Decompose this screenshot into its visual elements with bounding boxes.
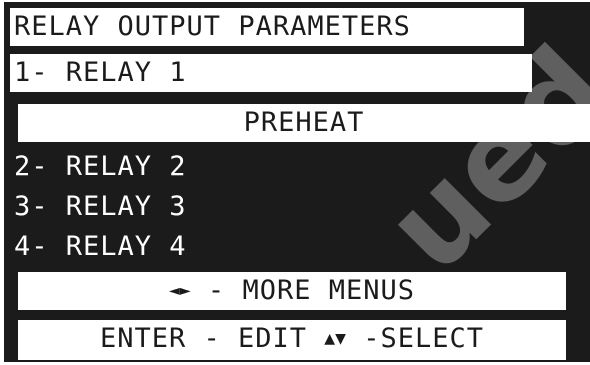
menu-item-relay-2[interactable]: 2- RELAY 2 [14,150,187,184]
up-down-arrows-icon: ▲▼ [324,328,346,349]
menu-item-relay-1[interactable]: 1- RELAY 1 [10,54,532,92]
menu-title: RELAY OUTPUT PARAMETERS [10,8,524,46]
enter-edit-label: ENTER - EDIT [99,323,325,354]
more-menus-label: - MORE MENUS [190,275,415,306]
select-label: -SELECT [345,323,485,354]
left-right-arrows-icon: ◄► [168,280,191,301]
menu-item-relay-4[interactable]: 4- RELAY 4 [14,230,187,264]
edit-select-hint: ENTER - EDIT ▲▼ -SELECT [18,320,566,360]
menu-item-relay-3[interactable]: 3- RELAY 3 [14,190,187,224]
lcd-display: RELAY OUTPUT PARAMETERS 1- RELAY 1 PREHE… [4,2,590,362]
more-menus-hint: ◄► - MORE MENUS [18,272,566,310]
relay-1-value[interactable]: PREHEAT [18,104,590,142]
